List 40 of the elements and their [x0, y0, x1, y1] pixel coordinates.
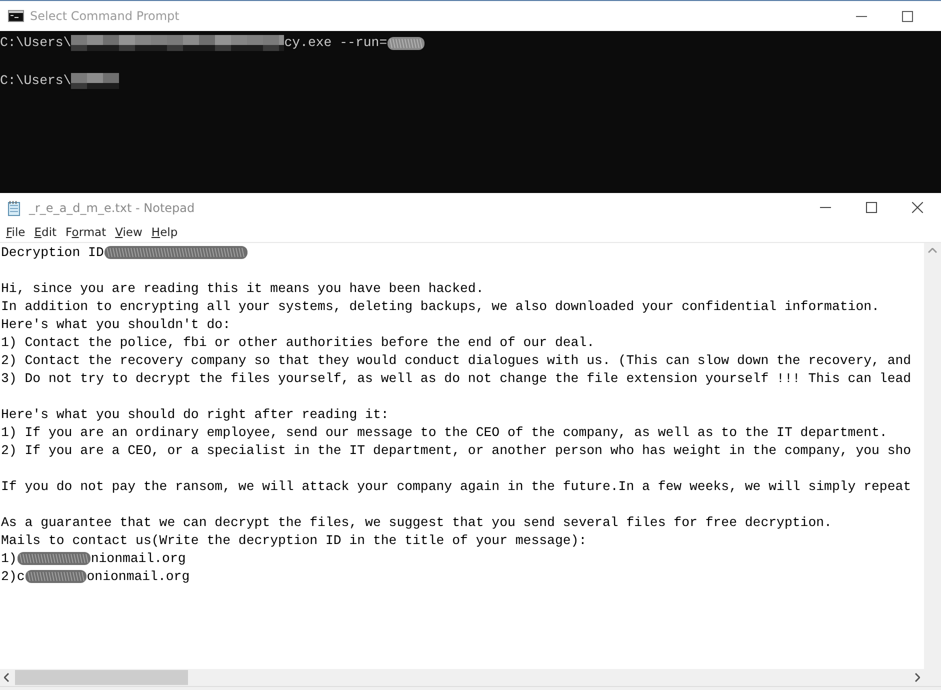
vertical-scrollbar[interactable] [924, 243, 941, 669]
note-text: Here's what you shouldn't do: [1, 316, 230, 332]
note-text: Hi, since you are reading this it means you have been hacked. [1, 280, 484, 296]
note-text: 2) If you are a CEO, or a specialist in the IT department, or another person who has weight in the company, you sho [1, 442, 912, 458]
note-text: 2)c [1, 568, 25, 584]
note-text: 1) If you are an ordinary employee, send our message to the CEO of the company, as well as to the IT department. [1, 424, 888, 440]
scrollbar-thumb[interactable] [15, 670, 188, 685]
menu-item[interactable]: View [112, 225, 146, 239]
note-text: 3) Do not try to decrypt the files yourself, as well as do not change the file extension yourself !!! This can lead [1, 370, 912, 386]
menu-item[interactable]: Format [62, 225, 110, 239]
note-text: Mails to contact us(Write the decryption ID in the title of your message): [1, 532, 587, 548]
console-text: C:\Users\ [0, 73, 72, 88]
note-text: As a guarantee that we can decrypt the files, we suggest that you send several files for free decryption. [1, 514, 832, 530]
horizontal-scrollbar[interactable] [0, 669, 924, 686]
note-text: Decryption ID [1, 244, 104, 260]
note-text: In addition to encrypting all your systems, deleting backups, we also downloaded your confidential information. [1, 298, 880, 314]
note-text: Here's what you should do right after reading it: [1, 406, 389, 422]
menu-item[interactable]: Edit [31, 225, 60, 239]
menu-item[interactable]: Help [148, 225, 181, 239]
window-title: Select Command Prompt [30, 9, 180, 23]
note-text: nionmail.org [90, 550, 186, 566]
console-icon [8, 10, 24, 22]
note-text: 2) Contact the recovery company so that they would conduct dialogues with us. (This can slow down the recovery, and [1, 352, 912, 368]
console-text: cy.exe --run= [284, 35, 388, 50]
pixelated-redaction [71, 72, 120, 88]
scribble-redaction [24, 568, 87, 584]
scribble-redaction [387, 34, 426, 50]
maximize-icon[interactable] [902, 10, 913, 22]
notepad-icon [7, 200, 21, 216]
maximize-icon[interactable] [866, 202, 877, 213]
console-text: C:\Users\ [0, 35, 72, 50]
scroll-right-icon[interactable] [915, 673, 920, 682]
note-text: onionmail.org [86, 568, 190, 584]
window-title: _r_e_a_d_m_e.txt - Notepad [29, 200, 195, 214]
note-text: If you do not pay the ransom, we will attack your company again in the future.In a few weeks, we will simply repeat [1, 478, 912, 494]
close-icon[interactable] [912, 202, 923, 213]
scroll-left-icon[interactable] [4, 673, 9, 682]
menu-item[interactable]: File [3, 225, 28, 239]
note-text: 1) Contact the police, fbi or other authorities before the end of our deal. [1, 334, 595, 350]
note-text: 1) [1, 550, 17, 566]
